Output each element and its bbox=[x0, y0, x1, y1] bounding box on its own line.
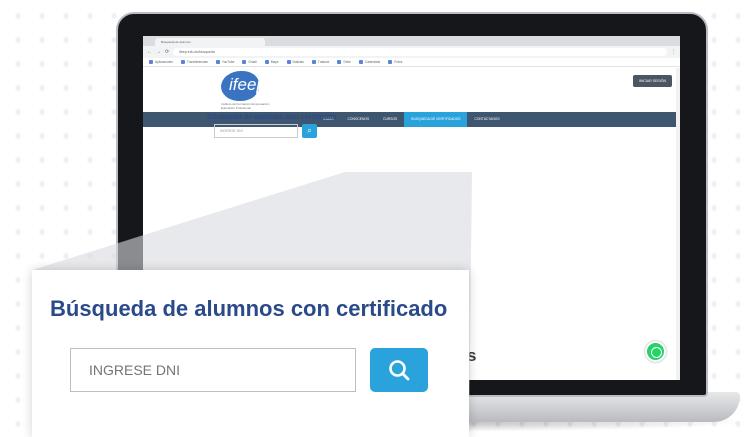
page-title: Búsqueda de alumnos con certificado bbox=[50, 296, 448, 321]
search-icon bbox=[389, 360, 410, 381]
search-button[interactable] bbox=[370, 348, 428, 392]
dni-input[interactable] bbox=[70, 348, 356, 392]
